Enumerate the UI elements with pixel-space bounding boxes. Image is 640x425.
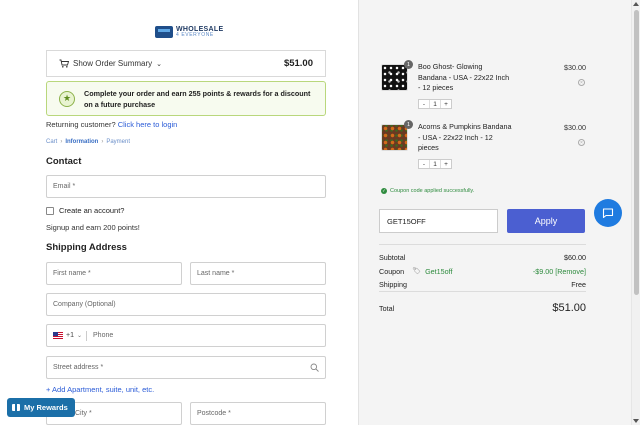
divider	[379, 291, 586, 292]
first-name-placeholder: First name *	[53, 270, 91, 277]
breadcrumb-payment[interactable]: Payment	[106, 139, 130, 145]
total-row: Total $51.00	[379, 302, 586, 314]
site-logo[interactable]: WHOLESALE 4 EVERYONE	[155, 26, 223, 38]
create-account-row[interactable]: Create an account?	[46, 206, 124, 215]
returning-prefix: Returning customer?	[46, 120, 116, 129]
rewards-banner-text: Complete your order and earn 255 points …	[84, 88, 311, 109]
order-summary-label: Show Order Summary	[73, 59, 153, 68]
phone-placeholder: Phone	[93, 332, 114, 339]
email-field[interactable]: Email *	[46, 175, 326, 198]
decrement-button[interactable]: -	[419, 160, 429, 168]
first-name-field[interactable]: First name *	[46, 262, 182, 285]
returning-customer: Returning customer? Click here to login	[46, 120, 177, 129]
coupon-success-text: Coupon code applied successfully.	[390, 188, 475, 194]
product-price: $30.00	[564, 123, 586, 132]
scroll-up-arrow-icon[interactable]	[633, 2, 639, 6]
total-label: Total	[379, 303, 395, 313]
star-badge-icon: ★	[59, 90, 75, 107]
quantity-stepper[interactable]: - 1 +	[418, 99, 452, 109]
logo-sub-text: 4 EVERYONE	[176, 32, 214, 38]
rewards-banner: ★ Complete your order and earn 255 point…	[46, 81, 326, 116]
increment-button[interactable]: +	[441, 160, 451, 168]
breadcrumb-information: Information	[65, 139, 99, 145]
company-field[interactable]: Company (Optional)	[46, 293, 326, 316]
quantity-value[interactable]: 1	[429, 100, 441, 108]
breadcrumb-separator: ›	[60, 139, 63, 145]
shipping-row: Shipping Free	[379, 280, 586, 289]
chevron-down-icon: ⌄	[156, 60, 163, 68]
quantity-value[interactable]: 1	[429, 160, 441, 168]
postcode-field[interactable]: Postcode *	[190, 402, 326, 425]
phone-divider	[86, 330, 88, 341]
product-price: $30.00	[564, 63, 586, 72]
order-summary-toggle[interactable]: Show Order Summary ⌄ $51.00	[46, 50, 326, 77]
coupon-applied-code: Get15off	[425, 267, 453, 276]
breadcrumb: Cart › Information › Payment	[46, 139, 130, 145]
close-circle-icon[interactable]: ×	[578, 79, 585, 86]
search-icon	[310, 363, 319, 372]
coupon-row: Coupon 🏷 Get15off -$9.00 [Remove]	[379, 267, 586, 276]
chevron-down-icon[interactable]: ⌄	[77, 332, 82, 339]
quantity-badge: 1	[404, 120, 413, 129]
increment-button[interactable]: +	[441, 100, 451, 108]
divider	[379, 244, 586, 245]
coupon-discount-remove[interactable]: -$9.00 [Remove]	[533, 267, 586, 276]
phone-field[interactable]: +1 ⌄ Phone	[46, 324, 326, 347]
chat-button[interactable]	[594, 199, 622, 227]
product-name: Boo Ghost- Glowing Bandana - USA - 22x22…	[418, 62, 510, 92]
street-address-placeholder: Street address *	[53, 364, 104, 371]
coupon-code-input[interactable]: GET15OFF	[379, 209, 498, 233]
product-thumbnail	[381, 64, 408, 91]
login-link[interactable]: Click here to login	[118, 120, 178, 129]
scroll-down-arrow-icon[interactable]	[633, 419, 639, 423]
contact-title: Contact	[46, 156, 82, 167]
my-rewards-button[interactable]: My Rewards	[7, 398, 75, 417]
product-name: Acorns & Pumpkins Bandana - USA - 22x22 …	[418, 122, 512, 152]
checkout-form-panel: WHOLESALE 4 EVERYONE Show Order Summary …	[0, 0, 358, 425]
order-summary-total: $51.00	[283, 58, 313, 69]
us-flag-icon[interactable]	[53, 332, 63, 339]
scrollbar-thumb[interactable]	[634, 10, 639, 295]
chat-icon	[602, 208, 614, 219]
total-value: $51.00	[552, 302, 586, 314]
street-address-field[interactable]: Street address *	[46, 356, 326, 379]
quantity-stepper[interactable]: - 1 +	[418, 159, 452, 169]
tag-icon: 🏷	[412, 268, 422, 275]
city-placeholder: City *	[75, 410, 92, 417]
last-name-placeholder: Last name *	[197, 270, 235, 277]
shipping-value: Free	[571, 280, 586, 289]
add-apartment-link[interactable]: + Add Apartment, suite, unit, etc.	[46, 385, 154, 394]
my-rewards-label: My Rewards	[24, 403, 68, 412]
subtotal-label: Subtotal	[379, 253, 406, 262]
order-sidebar: 1 Boo Ghost- Glowing Bandana - USA - 22x…	[358, 0, 631, 425]
page-scrollbar[interactable]	[631, 0, 640, 425]
create-account-label: Create an account?	[59, 206, 125, 215]
signup-points-text: Signup and earn 200 points!	[46, 223, 140, 232]
subtotal-row: Subtotal $60.00	[379, 253, 586, 262]
shipping-title: Shipping Address	[46, 242, 127, 253]
email-placeholder: Email *	[53, 183, 76, 190]
shipping-label: Shipping	[379, 280, 407, 289]
gift-icon	[12, 404, 20, 411]
decrement-button[interactable]: -	[419, 100, 429, 108]
phone-country-code[interactable]: +1	[66, 332, 74, 339]
coupon-label: Coupon	[379, 267, 405, 276]
breadcrumb-separator: ›	[101, 139, 104, 145]
coupon-code-value: GET15OFF	[387, 216, 426, 226]
breadcrumb-cart[interactable]: Cart	[46, 139, 57, 145]
create-account-checkbox[interactable]	[46, 206, 54, 215]
cart-icon	[59, 59, 69, 68]
last-name-field[interactable]: Last name *	[190, 262, 326, 285]
check-circle-icon: ✓	[381, 188, 387, 194]
company-placeholder: Company (Optional)	[53, 301, 116, 308]
apply-coupon-button[interactable]: Apply	[507, 209, 585, 233]
close-circle-icon[interactable]: ×	[578, 139, 585, 146]
subtotal-value: $60.00	[564, 253, 586, 262]
coupon-success-message: ✓ Coupon code applied successfully.	[381, 188, 474, 194]
logo-mark-icon	[155, 26, 173, 38]
postcode-placeholder: Postcode *	[197, 410, 231, 417]
quantity-badge: 1	[404, 60, 413, 69]
product-thumbnail	[381, 124, 408, 151]
